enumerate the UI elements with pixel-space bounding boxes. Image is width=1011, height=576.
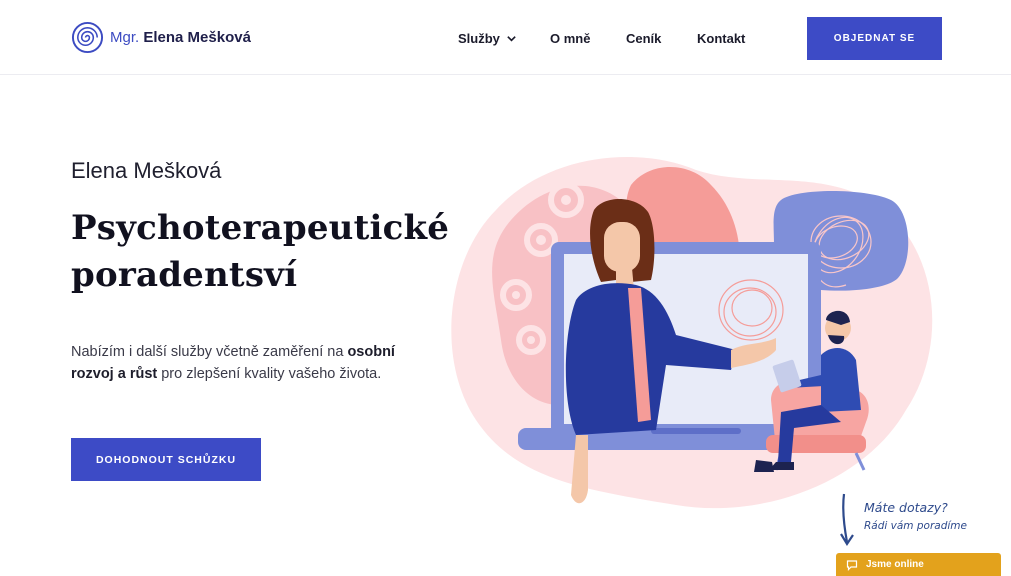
intro-text-end: pro zlepšení kvality vašeho života. — [157, 366, 382, 382]
nav-label: Služby — [458, 30, 500, 46]
curved-arrow-down-icon — [840, 493, 854, 547]
nav-item-o-mne[interactable]: O mně — [550, 29, 590, 47]
chevron-down-icon — [507, 35, 516, 42]
logo-prefix: Mgr. — [110, 28, 140, 46]
hero-intro: Nabízím i další služby včetně zaměření n… — [71, 341, 441, 385]
nav-item-kontakt[interactable]: Kontakt — [697, 29, 745, 47]
hero-subtitle: Elena Mešková — [71, 158, 222, 183]
nav-label: O mně — [550, 30, 591, 46]
spiral-logo-icon — [71, 21, 104, 53]
therapy-illustration — [451, 157, 933, 509]
hero-title: Psychoterapeutické poradentsví — [71, 208, 450, 295]
help-offer: Rádi vám poradíme — [864, 520, 967, 532]
chat-bubble-icon — [846, 559, 858, 571]
site-logo[interactable]: Mgr. Elena Mešková — [71, 21, 251, 53]
logo-name: Elena Mešková — [143, 28, 251, 46]
nav-item-cenik[interactable]: Ceník — [626, 29, 661, 47]
site-header: Mgr. Elena Mešková Služby O mně Ceník Ko… — [0, 0, 1011, 75]
nav-item-sluzby[interactable]: Služby — [458, 29, 517, 47]
book-meeting-button[interactable]: DOHODNOUT SCHŮZKU — [71, 438, 261, 481]
chat-widget-button[interactable]: Jsme online — [836, 553, 1001, 576]
nav-label: Ceník — [626, 30, 662, 46]
intro-text: Nabízím i další služby včetně zaměření n… — [71, 344, 348, 360]
help-callout: Máte dotazy? Rádi vám poradíme — [838, 492, 978, 550]
chat-label: Jsme online — [866, 559, 924, 570]
logo-text: Mgr. Elena Mešková — [110, 29, 251, 46]
nav-label: Kontakt — [697, 30, 746, 46]
order-button[interactable]: OBJEDNAT SE — [807, 17, 942, 60]
help-question: Máte dotazy? — [864, 500, 948, 515]
